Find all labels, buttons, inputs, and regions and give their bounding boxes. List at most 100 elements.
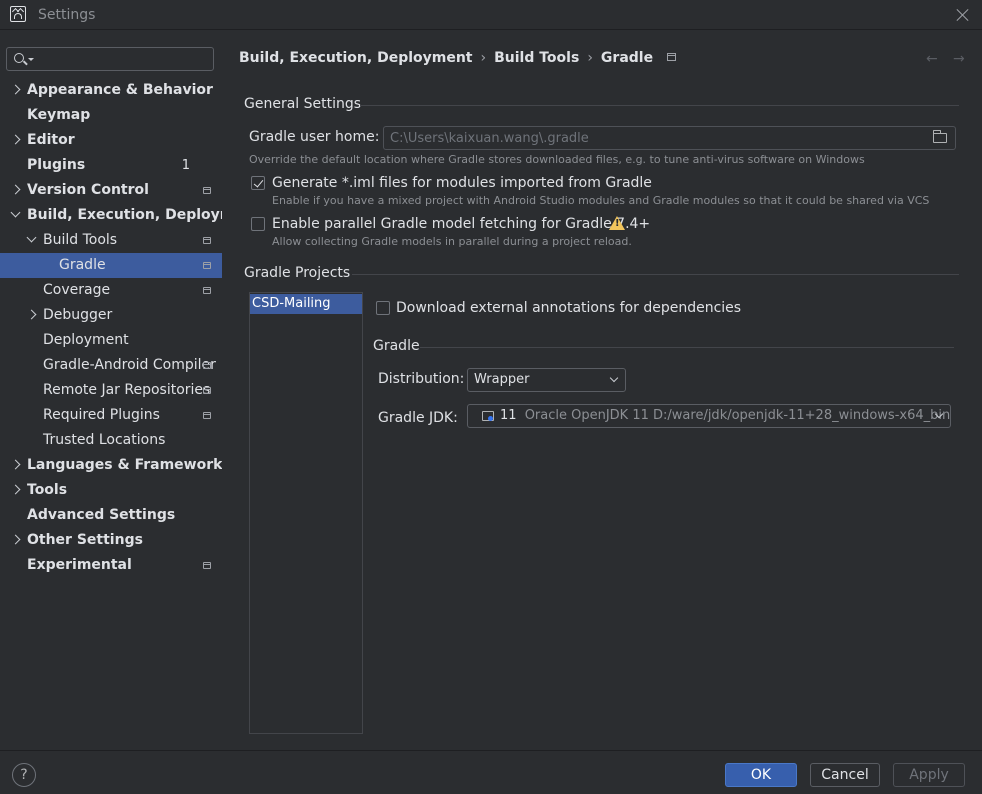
sidebar-item-label: Advanced Settings bbox=[27, 507, 176, 523]
sidebar-item-label: Appearance & Behavior bbox=[27, 82, 213, 98]
window-title: Settings bbox=[38, 7, 96, 23]
sidebar-item-editor[interactable]: Editor bbox=[0, 128, 222, 153]
search-icon bbox=[14, 53, 24, 63]
sidebar-item-appearance-behavior[interactable]: Appearance & Behavior bbox=[0, 78, 222, 103]
search-input[interactable] bbox=[35, 50, 210, 68]
gradle-jdk-select[interactable]: 11 Oracle OpenJDK 11 D:/ware/jdk/openjdk… bbox=[467, 404, 951, 428]
sidebar-item-label: Required Plugins bbox=[43, 407, 160, 423]
sidebar-item-tools[interactable]: Tools bbox=[0, 478, 222, 503]
sidebar-item-label: Editor bbox=[27, 132, 75, 148]
gradle-user-home-field[interactable] bbox=[383, 126, 956, 150]
project-level-icon bbox=[203, 287, 211, 294]
generate-iml-checkbox[interactable] bbox=[251, 176, 265, 190]
cancel-button[interactable]: Cancel bbox=[810, 763, 880, 787]
warning-icon bbox=[609, 216, 625, 230]
search-options-icon[interactable] bbox=[28, 58, 34, 61]
close-icon[interactable] bbox=[956, 8, 970, 22]
jdk-folder-icon bbox=[482, 411, 494, 421]
chevron-down-icon bbox=[609, 373, 619, 383]
sidebar-item-version-control[interactable]: Version Control bbox=[0, 178, 222, 203]
section-divider bbox=[360, 105, 959, 106]
breadcrumb-build-tools[interactable]: Build Tools bbox=[494, 50, 579, 66]
breadcrumb-separator: › bbox=[480, 50, 487, 66]
sidebar-item-label: Debugger bbox=[43, 307, 113, 323]
dialog-footer: ? OK Cancel Apply bbox=[0, 750, 982, 794]
sidebar-item-remote-jar-repositories[interactable]: Remote Jar Repositories bbox=[0, 378, 222, 403]
distribution-select[interactable]: Wrapper bbox=[467, 368, 626, 392]
sidebar-item-label: Keymap bbox=[27, 107, 91, 123]
gradle-jdk-label: Gradle JDK: bbox=[378, 410, 458, 426]
project-level-icon bbox=[667, 53, 677, 61]
chevron-down-icon[interactable] bbox=[26, 232, 37, 243]
search-box[interactable] bbox=[6, 47, 214, 71]
gradle-user-home-label: Gradle user home: bbox=[249, 129, 380, 145]
breadcrumb-gradle: Gradle bbox=[600, 50, 654, 66]
sidebar-item-required-plugins[interactable]: Required Plugins bbox=[0, 403, 222, 428]
sidebar-item-debugger[interactable]: Debugger bbox=[0, 303, 222, 328]
title-bar: Settings bbox=[0, 0, 982, 30]
forward-arrow-icon[interactable]: → bbox=[953, 52, 967, 66]
section-divider bbox=[420, 347, 954, 348]
sidebar-item-build-tools[interactable]: Build Tools bbox=[0, 228, 222, 253]
sidebar-item-languages-frameworks[interactable]: Languages & Frameworks bbox=[0, 453, 231, 478]
sidebar-item-label: Deployment bbox=[43, 332, 129, 348]
chevron-right-icon[interactable] bbox=[26, 309, 37, 320]
gradle-user-home-hint: Override the default location where Grad… bbox=[249, 153, 865, 166]
distribution-value: Wrapper bbox=[474, 372, 530, 387]
sidebar-item-keymap[interactable]: Keymap bbox=[0, 103, 222, 128]
back-arrow-icon[interactable]: ← bbox=[926, 52, 940, 66]
download-annotations-checkbox[interactable] bbox=[376, 301, 390, 315]
parallel-fetching-checkbox[interactable] bbox=[251, 217, 265, 231]
sidebar-item-label: Build Tools bbox=[43, 232, 118, 248]
sidebar-item-gradle-android-compiler[interactable]: Gradle-Android Compiler bbox=[0, 353, 222, 378]
sidebar-item-deployment[interactable]: Deployment bbox=[0, 328, 222, 353]
chevron-right-icon[interactable] bbox=[10, 459, 21, 470]
sidebar-item-coverage[interactable]: Coverage bbox=[0, 278, 222, 303]
android-studio-icon bbox=[10, 6, 26, 22]
project-item-csd-mailing[interactable]: CSD-Mailing bbox=[250, 294, 362, 314]
chevron-down-icon[interactable] bbox=[10, 207, 21, 218]
sidebar-item-label: Remote Jar Repositories bbox=[43, 382, 211, 398]
sidebar-item-plugins[interactable]: Plugins 1 bbox=[0, 153, 222, 178]
sidebar-item-label: Plugins bbox=[27, 157, 86, 173]
ok-button[interactable]: OK bbox=[725, 763, 797, 787]
sidebar-item-label: Gradle bbox=[59, 257, 106, 273]
folder-icon[interactable] bbox=[933, 130, 947, 143]
apply-button[interactable]: Apply bbox=[893, 763, 965, 787]
sidebar-item-label: Tools bbox=[27, 482, 68, 498]
jdk-version: 11 bbox=[500, 408, 517, 423]
help-button[interactable]: ? bbox=[12, 763, 36, 787]
generate-iml-label[interactable]: Generate *.iml files for modules importe… bbox=[272, 175, 652, 191]
sidebar-item-build-execution-deployment[interactable]: Build, Execution, Deployment bbox=[0, 203, 261, 228]
general-settings-title: General Settings bbox=[244, 96, 362, 112]
sidebar-item-label: Coverage bbox=[43, 282, 111, 298]
gradle-projects-title: Gradle Projects bbox=[244, 265, 351, 281]
project-level-icon bbox=[203, 237, 211, 244]
sidebar-item-advanced-settings[interactable]: Advanced Settings bbox=[0, 503, 222, 528]
gradle-user-home-input[interactable] bbox=[390, 129, 910, 147]
sidebar-item-label: Gradle-Android Compiler bbox=[43, 357, 216, 373]
section-divider bbox=[352, 274, 959, 275]
breadcrumb-build-execution-deployment[interactable]: Build, Execution, Deployment bbox=[239, 50, 473, 66]
sidebar-item-experimental[interactable]: Experimental bbox=[0, 553, 222, 578]
breadcrumb: Build, Execution, Deployment › Build Tools… bbox=[239, 50, 677, 66]
sidebar-item-label: Languages & Frameworks bbox=[27, 457, 231, 473]
sidebar-item-label: Other Settings bbox=[27, 532, 143, 548]
sidebar-item-other-settings[interactable]: Other Settings bbox=[0, 528, 222, 553]
chevron-right-icon[interactable] bbox=[10, 184, 21, 195]
sidebar-item-gradle[interactable]: Gradle bbox=[0, 253, 222, 278]
settings-tree: Appearance & Behavior Keymap Editor Plugins… bbox=[0, 78, 261, 578]
chevron-right-icon[interactable] bbox=[10, 534, 21, 545]
parallel-fetching-label[interactable]: Enable parallel Gradle model fetching fo… bbox=[272, 216, 650, 232]
chevron-right-icon[interactable] bbox=[10, 134, 21, 145]
download-annotations-label[interactable]: Download external annotations for depend… bbox=[396, 300, 741, 316]
chevron-right-icon[interactable] bbox=[10, 84, 21, 95]
project-level-icon bbox=[203, 562, 211, 569]
project-level-icon bbox=[203, 262, 211, 269]
chevron-right-icon[interactable] bbox=[10, 484, 21, 495]
project-level-icon bbox=[203, 362, 211, 369]
sidebar-item-label: Trusted Locations bbox=[43, 432, 166, 448]
gradle-subsection-title: Gradle bbox=[373, 338, 420, 354]
sidebar-item-trusted-locations[interactable]: Trusted Locations bbox=[0, 428, 222, 453]
sidebar-item-label: Experimental bbox=[27, 557, 132, 573]
